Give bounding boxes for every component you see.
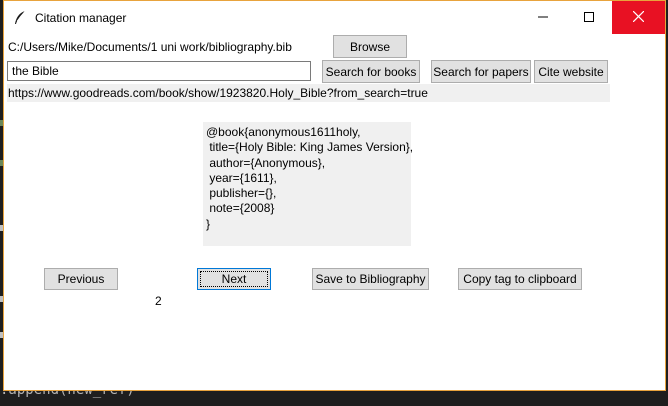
title-bar[interactable]: Citation manager [4, 1, 665, 35]
feather-quill-icon [13, 10, 27, 26]
result-page-number: 2 [155, 294, 162, 308]
browse-button[interactable]: Browse [333, 35, 407, 58]
window-title: Citation manager [35, 11, 127, 25]
save-to-bibliography-button-label: Save to Bibliography [315, 272, 426, 286]
minimize-icon [538, 9, 548, 27]
bibtex-entry: @book{anonymous1611holy, title={Holy Bib… [203, 122, 413, 246]
cite-website-button[interactable]: Cite website [534, 60, 608, 83]
search-books-button[interactable]: Search for books [322, 60, 420, 83]
copy-tag-button-label: Copy tag to clipboard [463, 272, 577, 286]
bibliography-path-label: C:/Users/Mike/Documents/1 uni work/bibli… [8, 40, 292, 54]
search-papers-button-label: Search for papers [433, 64, 529, 79]
maximize-button[interactable] [566, 1, 612, 34]
previous-button-label: Previous [57, 272, 105, 286]
close-button[interactable] [612, 1, 665, 34]
close-icon [632, 9, 645, 27]
result-url: https://www.goodreads.com/book/show/1923… [7, 84, 610, 102]
browse-button-label: Browse [349, 39, 390, 54]
next-button[interactable]: Next [197, 268, 271, 290]
citation-manager-window: Citation manager C:/Users/Mike/Documents… [3, 0, 666, 391]
search-input[interactable] [7, 61, 311, 81]
search-papers-button[interactable]: Search for papers [431, 60, 531, 83]
previous-button[interactable]: Previous [44, 268, 118, 290]
cite-website-button-label: Cite website [538, 64, 604, 79]
minimize-button[interactable] [520, 1, 566, 34]
focus-ring [200, 271, 268, 287]
copy-tag-button[interactable]: Copy tag to clipboard [458, 268, 582, 290]
search-books-button-label: Search for books [325, 64, 417, 79]
save-to-bibliography-button[interactable]: Save to Bibliography [312, 268, 429, 290]
maximize-icon [584, 9, 594, 27]
